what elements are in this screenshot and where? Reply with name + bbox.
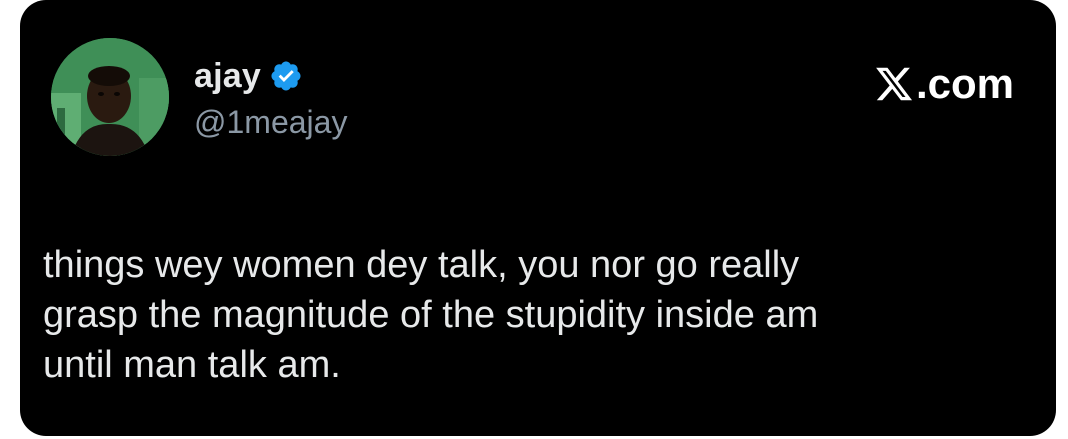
avatar-photo-icon — [51, 38, 169, 156]
display-name[interactable]: ajay — [194, 57, 261, 96]
tweet-text-line: things wey women dey talk, you nor go re… — [43, 244, 800, 286]
tweet-card[interactable]: ajay @1meajay .com things wey women dey … — [20, 0, 1056, 436]
verified-badge-icon — [269, 59, 303, 93]
source-domain-suffix: .com — [915, 60, 1014, 107]
avatar[interactable] — [51, 38, 169, 156]
name-row: ajay — [194, 56, 347, 96]
user-handle[interactable]: @1meajay — [194, 104, 347, 141]
tweet-text: things wey women dey talk, you nor go re… — [43, 240, 1043, 390]
tweet-text-line: grasp the magnitude of the stupidity ins… — [43, 294, 819, 336]
author-identity: ajay @1meajay — [194, 56, 347, 141]
x-logo-icon — [874, 64, 914, 104]
source-label[interactable]: .com — [874, 60, 1014, 108]
tweet-text-line: until man talk am. — [43, 344, 341, 386]
